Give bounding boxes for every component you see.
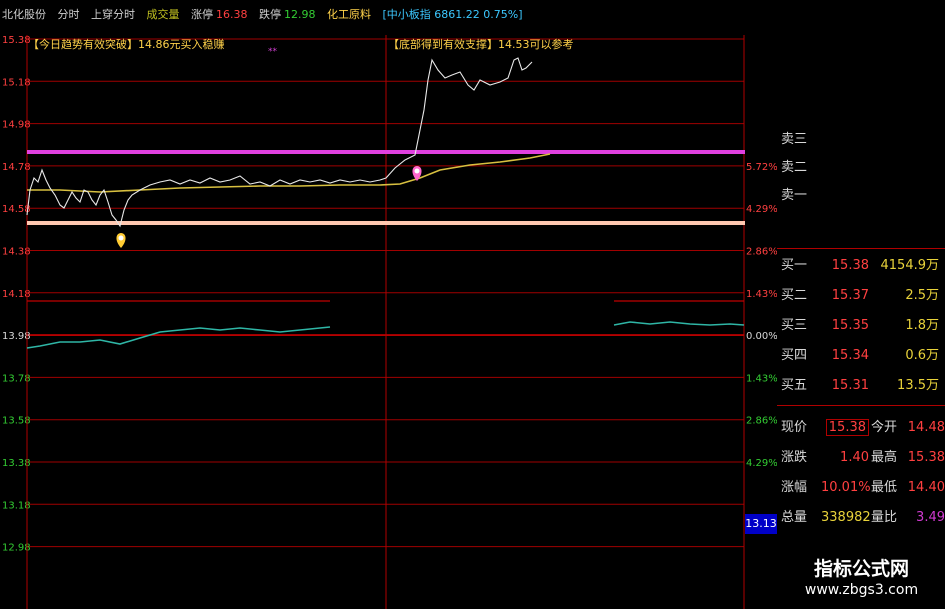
buy-1-volume: 4154.9万	[880, 258, 940, 273]
price-axis: 15.38 15.18 14.98 14.78 14.58 14.38 14.18 13.98…	[2, 35, 31, 554]
buy-4-price: 15.34	[831, 348, 869, 363]
stock-name[interactable]: 北化股份	[2, 8, 46, 21]
percent-tick: 2.86%	[746, 247, 777, 258]
buy-1-label: 买一	[781, 258, 808, 273]
open-label: 今开	[871, 420, 898, 435]
price-tick: 13.98	[2, 331, 31, 342]
limit-down-label: 跌停	[259, 8, 281, 21]
sell-1-row[interactable]: 卖一	[777, 184, 945, 208]
limit-up-label: 涨停	[191, 8, 213, 21]
price-tick: 13.18	[2, 500, 31, 511]
buy-3-price: 15.35	[831, 318, 869, 333]
price-tick: 15.38	[2, 35, 31, 46]
limit-down-value: 12.98	[284, 8, 316, 21]
price-tick: 14.58	[2, 204, 31, 215]
sell-1-label: 卖一	[781, 188, 808, 203]
buy-2-label: 买二	[781, 288, 808, 303]
tab-intraday[interactable]: 分时	[58, 8, 80, 21]
price-line	[26, 57, 533, 228]
current-price-label: 现价	[781, 420, 808, 435]
percent-tick-zero: 0.00%	[746, 331, 777, 342]
buy-2-row[interactable]: 买二 15.37 2.5万	[777, 284, 945, 308]
sector-label[interactable]: 化工原料	[327, 8, 371, 21]
buy-4-label: 买四	[781, 348, 808, 363]
resistance-line	[27, 150, 745, 154]
price-tick: 13.58	[2, 416, 31, 427]
price-tick: 13.78	[2, 373, 31, 384]
percent-axis: 5.72% 4.29% 2.86% 1.43% 0.00% 1.43% 2.86% 4.29%	[746, 162, 777, 469]
low-value: 14.40	[907, 480, 945, 495]
stats-row-volume: 总量 338982 量比 3.49	[777, 506, 945, 530]
buy-3-volume: 1.8万	[905, 318, 939, 333]
current-price-tag: 13.13	[745, 514, 777, 534]
watermark: 指标公式网 www.zbgs3.com	[778, 550, 945, 609]
lower-indicator-line-2	[613, 321, 745, 326]
percent-tick: 1.43%	[746, 373, 777, 384]
total-volume-label: 总量	[781, 510, 808, 525]
buy-4-volume: 0.6万	[905, 348, 939, 363]
change-label: 涨跌	[781, 450, 808, 465]
buy-5-price: 15.31	[831, 378, 869, 393]
change-value: 1.40	[840, 450, 869, 465]
annotation-marker: **	[268, 47, 278, 57]
price-tick: 14.18	[2, 289, 31, 300]
buy-1-price: 15.38	[831, 258, 869, 273]
lower-indicator-line	[26, 326, 331, 349]
open-value: 14.48	[907, 420, 945, 435]
change-pct-value: 10.01%	[821, 480, 871, 495]
sell-3-row[interactable]: 卖三	[777, 128, 945, 152]
annotation-left: 【今日趋势有效突破】14.86元买入稳赚	[28, 37, 225, 51]
annotation-right: 【底部得到有效支撑】14.53可以参考	[388, 37, 574, 51]
volume-label[interactable]: 成交量	[147, 8, 180, 21]
buy-2-price: 15.37	[831, 288, 869, 303]
sell-2-label: 卖二	[781, 160, 808, 175]
buy-3-row[interactable]: 买三 15.35 1.8万	[777, 314, 945, 338]
index-info[interactable]: [中小板指 6861.22 0.75%]	[383, 8, 523, 21]
tab-index-intraday[interactable]: 上穿分时	[91, 8, 135, 21]
stats-row-change: 涨跌 1.40 最高 15.38	[777, 446, 945, 470]
percent-tick: 4.29%	[746, 458, 777, 469]
limit-up-value: 16.38	[216, 8, 248, 21]
order-book-divider	[777, 248, 945, 249]
volume-ratio-value: 3.49	[916, 510, 945, 525]
total-volume-value: 338982	[821, 510, 871, 525]
buy-1-row[interactable]: 买一 15.38 4154.9万	[777, 254, 945, 278]
sell-2-row[interactable]: 卖二	[777, 156, 945, 180]
buy-signal-marker[interactable]	[116, 233, 126, 248]
intraday-chart[interactable]: 15.38 15.18 14.98 14.78 14.58 14.38 14.18 13.98…	[0, 30, 777, 609]
current-price-value: 15.38	[825, 419, 869, 436]
order-book: 卖三 卖二 卖一 买一 15.38 4154.9万 买二 15.37 2.5万 …	[777, 130, 945, 545]
sell-3-label: 卖三	[781, 132, 808, 147]
price-tick: 12.98	[2, 543, 31, 554]
low-label: 最低	[871, 480, 898, 495]
buy-2-volume: 2.5万	[905, 288, 939, 303]
buy-5-row[interactable]: 买五 15.31 13.5万	[777, 374, 945, 398]
price-tick: 14.78	[2, 162, 31, 173]
high-label: 最高	[871, 450, 898, 465]
stats-row-current: 现价 15.38 今开 14.48	[777, 416, 945, 440]
buy-5-volume: 13.5万	[897, 378, 939, 393]
buy-5-label: 买五	[781, 378, 808, 393]
watermark-title: 指标公式网	[813, 558, 909, 580]
percent-tick: 5.72%	[746, 162, 777, 173]
watermark-url: www.zbgs3.com	[804, 582, 919, 598]
high-value: 15.38	[907, 450, 945, 465]
price-tick: 15.18	[2, 77, 31, 88]
price-tick: 14.38	[2, 247, 31, 258]
stats-divider	[777, 405, 945, 406]
percent-tick: 1.43%	[746, 289, 777, 300]
buy-4-row[interactable]: 买四 15.34 0.6万	[777, 344, 945, 368]
price-tick: 13.38	[2, 458, 31, 469]
buy-3-label: 买三	[781, 318, 808, 333]
average-price-line	[27, 153, 551, 193]
support-line	[27, 221, 745, 225]
change-pct-label: 涨幅	[781, 480, 808, 495]
stats-row-change-pct: 涨幅 10.01% 最低 14.40	[777, 476, 945, 500]
price-tick: 14.98	[2, 120, 31, 131]
chart-header: 北化股份 分时 上穿分时 成交量 涨停 16.38 跌停 12.98 化工原料 [中…	[0, 0, 945, 30]
volume-ratio-label: 量比	[871, 510, 898, 525]
percent-tick: 4.29%	[746, 204, 777, 215]
percent-tick: 2.86%	[746, 416, 777, 427]
